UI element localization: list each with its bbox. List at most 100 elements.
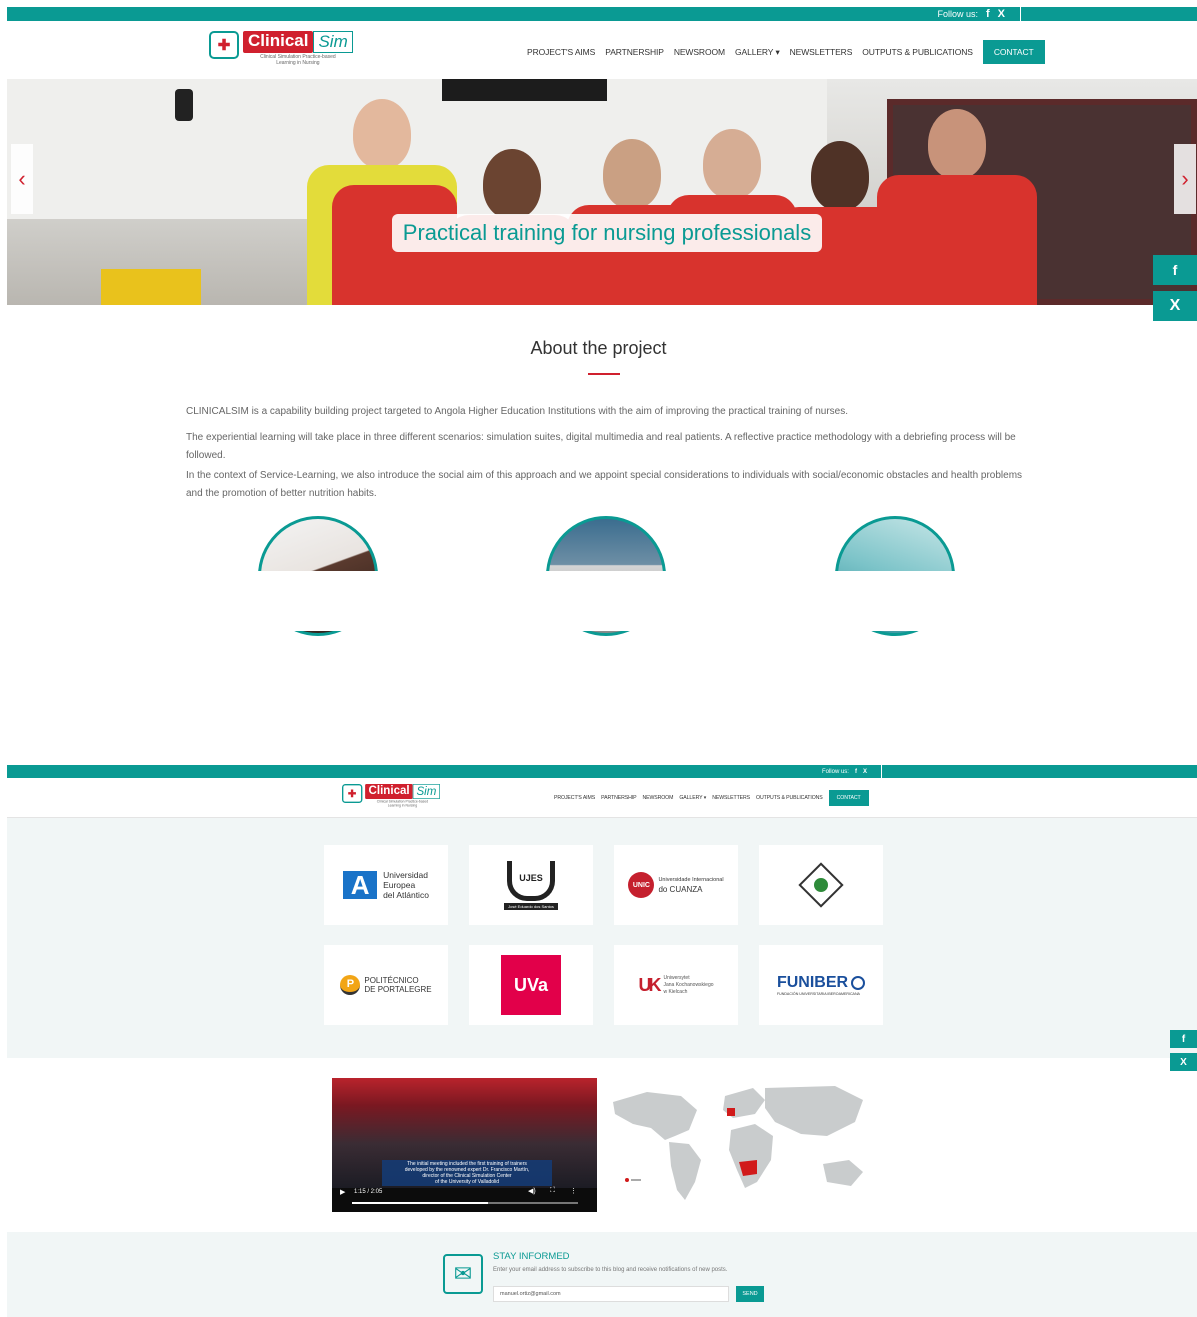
site-header: ✚ Clinical Sim Clinical Simulation Pract… [7,21,1197,79]
volume-icon[interactable]: ◀) [528,1187,536,1195]
logo-clinical: Clinical [243,31,314,53]
hero-slider: Practical training for nursing professio… [7,79,1197,305]
video-time: 1:15 / 2:05 [354,1189,383,1195]
ujes-logo-icon: UJES [507,860,555,901]
top-bar: Follow us: f X [7,7,1197,21]
uea-logo-icon: A [343,870,378,900]
partner-card-ujes[interactable]: UJES José Eduardo dos Santos [469,845,593,925]
fullscreen-icon[interactable]: ⛶ [550,1187,555,1195]
africa [729,1124,773,1188]
hero-tv [442,79,607,101]
angola-emblem-icon [798,862,844,908]
nav-newsroom[interactable]: NEWSROOM [674,47,725,57]
video-subtitle: The initial meeting included the first t… [382,1160,552,1186]
about-title: About the project [530,338,667,358]
uea-name: Universidad Europea del Atlántico [383,870,429,900]
map-legend-text [631,1179,641,1181]
nav-projects-aims[interactable]: PROJECT'S AIMS [554,795,595,801]
logo-subtitle: Clinical Simulation Practice-based Learn… [377,800,428,808]
newsletter-text: Enter your email address to subscribe to… [493,1267,728,1273]
side-facebook-icon[interactable]: f [1153,255,1197,285]
site-logo[interactable]: ✚ Clinical Sim Clinical Simulation Pract… [342,784,440,808]
map-legend-marker [625,1178,629,1182]
nav-projects-aims[interactable]: PROJECT'S AIMS [527,47,595,57]
logo-wordmark: Clinical Sim Clinical Simulation Practic… [365,784,440,808]
nurse-icon: ✚ [342,784,363,804]
partners-section: A Universidad Europea del Atlántico UJES J… [7,818,1197,1058]
title-underline [588,373,620,375]
funiber-subtitle: FUNDACIÓN UNIVERSITARIA IBEROAMERICANA [776,992,860,996]
x-icon[interactable]: X [863,769,867,775]
side-x-icon[interactable]: X [1153,291,1197,321]
top-bar-divider [881,765,882,778]
video-progress-fill [352,1202,488,1204]
nav-gallery[interactable]: GALLERY ▾ [735,47,780,58]
portalegre-logo-icon: P [340,975,361,995]
slider-next-arrow[interactable]: › [1174,144,1196,214]
ujes-subtitle: José Eduardo dos Santos [504,902,558,910]
side-x-icon[interactable]: X [1170,1053,1197,1071]
envelope-icon: ✉ [443,1254,483,1294]
follow-us: Follow us: f X [937,7,1005,21]
about-paragraph: In the context of Service-Learning, we a… [186,470,1023,499]
contact-button[interactable]: CONTACT [982,40,1045,64]
facebook-icon[interactable]: f [855,769,857,775]
follow-us-label: Follow us: [821,768,849,775]
about-text: CLINICALSIM is a capability building pro… [186,403,1026,503]
facebook-icon[interactable]: f [986,8,990,20]
unic-logo-icon: UNIC [628,872,655,898]
nav-outputs[interactable]: OUTPUTS & PUBLICATIONS [756,795,823,801]
video-progress[interactable] [352,1202,578,1204]
logo-wordmark: Clinical Sim Clinical Simulation Practic… [243,31,353,66]
email-input[interactable] [493,1286,729,1302]
newsletter-title: STAY INFORMED [493,1251,570,1262]
hero-caption: Practical training for nursing professio… [392,214,822,252]
about-paragraph: CLINICALSIM is a capability building pro… [186,406,849,417]
hero-person [877,109,1037,305]
main-nav: PROJECT'S AIMS PARTNERSHIP NEWSROOM GALL… [527,40,1045,64]
slider-prev-arrow[interactable]: ‹ [11,144,33,214]
site-logo[interactable]: ✚ Clinical Sim Clinical Simulation Pract… [209,31,353,66]
play-icon[interactable]: ▶ [340,1188,345,1196]
nav-gallery[interactable]: GALLERY ▾ [679,795,706,801]
portalegre-name: POLITÉCNICO DE PORTALEGRE [364,976,432,994]
nav-partnership[interactable]: PARTNERSHIP [601,795,636,801]
contact-button[interactable]: CONTACT [828,790,869,806]
asia [765,1086,863,1136]
north-america [613,1092,697,1140]
side-facebook-icon[interactable]: f [1170,1030,1197,1048]
video-player[interactable]: The initial meeting included the first t… [332,1078,597,1212]
partner-card-uva[interactable]: UVa [469,945,593,1025]
nurse-icon: ✚ [209,31,239,59]
partner-card-portalegre[interactable]: P POLITÉCNICO DE PORTALEGRE [324,945,448,1025]
page-gap [0,571,1197,631]
nav-newsletters[interactable]: NEWSLETTERS [790,47,853,57]
follow-us-label: Follow us: [937,9,978,19]
top-bar: Follow us: f X [7,765,1197,778]
uva-logo: UVa [501,955,561,1015]
nav-partnership[interactable]: PARTNERSHIP [605,47,664,57]
x-icon[interactable]: X [998,8,1005,20]
nav-outputs[interactable]: OUTPUTS & PUBLICATIONS [862,47,973,57]
south-america [669,1142,701,1200]
partner-card-ujk[interactable]: UK Uniwersytet Jana Kochanowskiego w Kielc… [614,945,738,1025]
unic-name: Universidade Internacional do CUANZA [658,877,724,894]
partner-card-funiber[interactable]: FUNIBER FUNDACIÓN UNIVERSITARIA IBEROAME… [759,945,883,1025]
partner-card-uea[interactable]: A Universidad Europea del Atlántico [324,845,448,925]
send-button[interactable]: SEND [736,1286,764,1302]
more-icon[interactable]: ⋮ [570,1187,577,1195]
hero-device [175,89,193,121]
nav-newsroom[interactable]: NEWSROOM [642,795,673,801]
partner-card-unic[interactable]: UNIC Universidade Internacional do CUANZ… [614,845,738,925]
logo-sim: Sim [413,784,440,799]
ujk-name: Uniwersytet Jana Kochanowskiego w Kielcach [663,974,714,995]
nav-newsletters[interactable]: NEWSLETTERS [712,795,750,801]
about-paragraph: The experiential learning will take plac… [186,432,1016,461]
logo-subtitle-line2: Learning in Nursing [276,60,320,66]
logo-clinical: Clinical [365,784,414,799]
site-header: ✚ Clinical Sim Clinical Simulation Pract… [7,778,1197,818]
top-bar-divider [1020,7,1021,21]
funiber-name: FUNIBER [776,974,849,991]
partner-card-angola[interactable] [759,845,883,925]
logo-subtitle: Clinical Simulation Practice-based Learn… [260,54,336,66]
